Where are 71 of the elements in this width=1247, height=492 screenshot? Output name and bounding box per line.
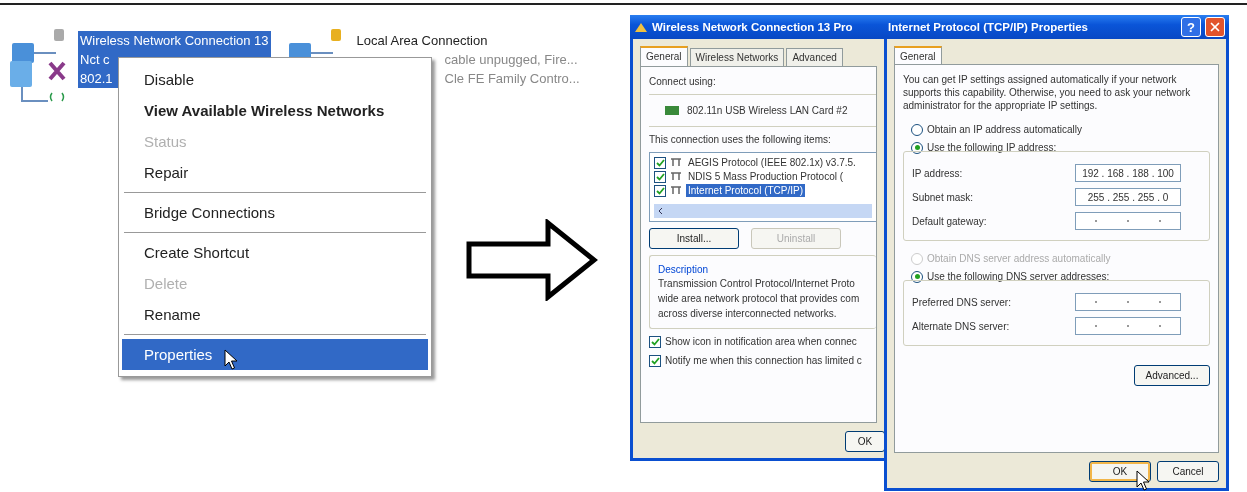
close-icon [1208, 20, 1222, 34]
window-title: Wireless Network Connection 13 Pro [652, 21, 854, 33]
ip-address-field[interactable] [1075, 212, 1181, 230]
field-label: Alternate DNS server: [912, 319, 1010, 333]
menu-item[interactable]: Properties [122, 339, 428, 370]
ok-button[interactable]: OK [845, 431, 885, 452]
description-text: Transmission Control Protocol/Internet Proto [658, 277, 856, 290]
checkbox-label: Show icon in notification area when connec [665, 335, 857, 348]
menu-item[interactable]: Repair [122, 157, 428, 188]
advanced-button[interactable]: Advanced... [1134, 365, 1210, 386]
radio-label: Use the following IP address: [927, 141, 1057, 154]
checkbox[interactable] [649, 354, 661, 367]
window-title: Internet Protocol (TCP/IP) Properties [888, 21, 1089, 33]
ip-address-field[interactable]: 255 . 255 . 255 . 0 [1075, 188, 1181, 206]
octet-separator [1095, 301, 1097, 303]
list-item[interactable]: AEGIS Protocol (IEEE 802.1x) v3.7.5. [686, 156, 858, 169]
radio-label: Obtain DNS server address automatically [927, 252, 1111, 265]
mouse-pointer-icon [224, 349, 238, 371]
checkbox-label: Notify me when this connection has limited c [665, 354, 862, 367]
ip-address-field[interactable]: 192 . 168 . 188 . 100 [1075, 164, 1181, 182]
octet-separator [1159, 325, 1161, 327]
scroll-left-icon [658, 207, 663, 215]
checkbox[interactable] [654, 170, 666, 183]
tab[interactable]: Advanced [786, 48, 843, 67]
list-item[interactable]: NDIS 5 Mass Production Protocol ( [686, 170, 846, 183]
protocol-icon [670, 186, 682, 195]
menu-item[interactable]: View Available Wireless Networks [122, 95, 428, 126]
octet-separator [1127, 325, 1129, 327]
protocol-icon [670, 158, 682, 167]
group-title: Description [658, 264, 710, 275]
menu-item[interactable]: Rename [122, 299, 428, 330]
menu-item[interactable]: Bridge Connections [122, 197, 428, 228]
help-button[interactable]: ? [1181, 17, 1201, 37]
network-icon [634, 21, 648, 33]
octet-separator [1095, 325, 1097, 327]
description-text: across diverse interconnected networks. [658, 307, 838, 320]
network-card-icon [665, 106, 679, 115]
dialog-button[interactable]: Install... [649, 228, 739, 249]
protocol-icon [670, 172, 682, 181]
close-button[interactable] [1205, 17, 1225, 37]
field-label: Preferred DNS server: [912, 295, 1011, 309]
octet-separator [1127, 220, 1129, 222]
octet-separator [1095, 220, 1097, 222]
scrollbar[interactable] [654, 204, 872, 218]
checkbox[interactable] [649, 335, 661, 348]
dialog-button[interactable]: Cancel [1157, 461, 1219, 482]
octet-separator [1159, 220, 1161, 222]
radio-label: Use the following DNS server addresses: [927, 270, 1110, 283]
field-label: This connection uses the following items: [649, 133, 832, 146]
octet-separator [1159, 301, 1161, 303]
connection-device: Cle FE Family Contro... [443, 70, 581, 88]
list-item[interactable]: Internet Protocol (TCP/IP) [686, 184, 806, 197]
adapter-name: 802.11n USB Wireless LAN Card #2 [687, 104, 848, 117]
radio-label: Obtain an IP address automatically [927, 123, 1082, 136]
tab[interactable]: General [640, 46, 688, 67]
field-label: Default gateway: [912, 214, 987, 228]
octet-separator [1127, 301, 1129, 303]
field-label: Subnet mask: [912, 190, 974, 204]
intro-text: You can get IP settings assigned automatically if your network supports this capability. Otherwise, you need to ask your network administrator for the appropriate IP settings. [903, 73, 1192, 112]
ip-address-field[interactable] [1075, 293, 1181, 311]
connection-name[interactable]: Local Area Connection [354, 31, 582, 50]
checkbox[interactable] [654, 156, 666, 169]
radio-button[interactable] [911, 123, 923, 136]
ip-address-field[interactable] [1075, 317, 1181, 335]
connection-status: cable unpugged, Fire... [443, 51, 579, 69]
field-label: Connect using: [649, 75, 717, 88]
menu-item[interactable]: Create Shortcut [122, 237, 428, 268]
checkbox[interactable] [654, 184, 666, 197]
description-text: wide area network protocol that provides com [658, 292, 861, 305]
connection-name[interactable]: Wireless Network Connection 13 [78, 31, 271, 50]
field-label: IP address: [912, 166, 963, 180]
